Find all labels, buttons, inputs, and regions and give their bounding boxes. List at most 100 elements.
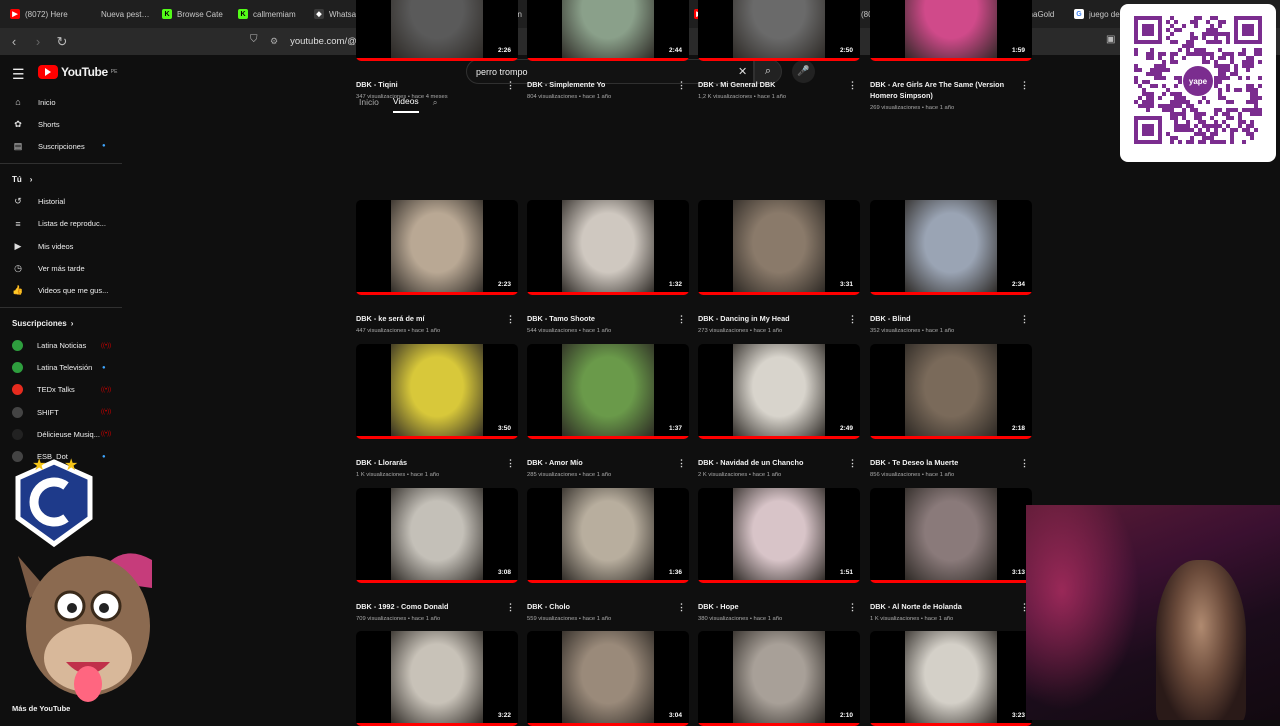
video-title[interactable]: DBK - Simplemente Yo <box>527 80 677 91</box>
browser-tab[interactable]: Kcallmemiam <box>232 3 308 25</box>
video-thumbnail[interactable]: 2:50 <box>698 0 860 61</box>
video-title[interactable]: DBK - Cholo <box>527 602 677 613</box>
more-actions-icon[interactable]: ⋮ <box>677 458 686 469</box>
sidebar-subscription[interactable]: SHIFT ((•)) <box>0 401 122 423</box>
video-title[interactable]: DBK - Hope <box>698 602 848 613</box>
video-duration: 1:59 <box>1009 46 1027 55</box>
more-actions-icon[interactable]: ⋮ <box>506 602 515 613</box>
google-icon: G <box>1074 9 1084 19</box>
video-thumbnail[interactable]: 2:23 <box>356 200 518 295</box>
more-actions-icon[interactable]: ⋮ <box>1020 314 1029 325</box>
watched-progress-bar <box>527 436 689 439</box>
browser-tab[interactable]: ▶ (8072) Here <box>4 3 80 25</box>
sidebar-subscription[interactable]: TEDx Talks ((•)) <box>0 379 122 401</box>
video-thumbnail[interactable]: 3:13 <box>870 488 1032 583</box>
sidebar-item-playlist[interactable]: ≡ Listas de reproduc... <box>0 213 122 235</box>
video-thumbnail[interactable]: 3:22 <box>356 631 518 726</box>
site-info-icon[interactable]: ⚙ <box>270 36 278 47</box>
sidebar-toggle-icon[interactable]: ▣ <box>1106 34 1115 45</box>
qr-module <box>1250 100 1254 104</box>
video-title[interactable]: DBK - Amor Mío <box>527 458 677 469</box>
reload-icon[interactable]: ↻ <box>52 32 72 52</box>
more-actions-icon[interactable]: ⋮ <box>848 80 857 91</box>
qr-module <box>1170 136 1174 140</box>
video-title[interactable]: DBK - Tiqini <box>356 80 506 91</box>
qr-module <box>1142 80 1146 84</box>
video-thumbnail[interactable]: 2:34 <box>870 200 1032 295</box>
hamburger-menu-icon[interactable]: ☰ <box>12 66 25 83</box>
more-actions-icon[interactable]: ⋮ <box>848 602 857 613</box>
video-thumbnail[interactable]: 1:32 <box>527 200 689 295</box>
qr-module <box>1218 68 1222 72</box>
video-thumbnail[interactable]: 1:59 <box>870 0 1032 61</box>
sidebar-item-like[interactable]: 👍 Videos que me gus... <box>0 279 122 301</box>
sidebar-item-label: Videos que me gus... <box>38 285 109 295</box>
video-thumbnail[interactable]: 1:36 <box>527 488 689 583</box>
youtube-logo[interactable]: YouTube PE <box>38 65 117 79</box>
sidebar-you-header[interactable]: Tú › <box>0 169 122 191</box>
more-actions-icon[interactable]: ⋮ <box>848 458 857 469</box>
video-thumbnail[interactable]: 3:50 <box>356 344 518 439</box>
video-title[interactable]: DBK - Dancing in My Head <box>698 314 848 325</box>
video-thumbnail[interactable]: 3:31 <box>698 200 860 295</box>
video-thumbnail[interactable]: 2:18 <box>870 344 1032 439</box>
video-thumbnail[interactable]: 3:23 <box>870 631 1032 726</box>
video-thumbnail[interactable]: 2:10 <box>698 631 860 726</box>
sidebar-item-my-videos[interactable]: ▶ Mis videos <box>0 235 122 257</box>
more-actions-icon[interactable]: ⋮ <box>506 314 515 325</box>
sidebar-item-home[interactable]: ⌂ Inicio <box>0 91 122 113</box>
video-title[interactable]: DBK - Llorarás <box>356 458 506 469</box>
thumbnail-image <box>905 200 997 295</box>
more-actions-icon[interactable]: ⋮ <box>848 314 857 325</box>
video-title[interactable]: DBK - ke será de mí <box>356 314 506 325</box>
more-actions-icon[interactable]: ⋮ <box>1020 80 1029 91</box>
qr-module <box>1214 76 1218 80</box>
video-thumbnail[interactable]: 2:26 <box>356 0 518 61</box>
more-actions-icon[interactable]: ⋮ <box>506 80 515 91</box>
qr-module <box>1138 84 1142 88</box>
video-thumbnail[interactable]: 2:49 <box>698 344 860 439</box>
video-metadata: 544 visualizaciones • hace 1 año <box>527 328 612 334</box>
sidebar-item-subscriptions[interactable]: ▤ Suscripciones ● <box>0 135 122 157</box>
sidebar-item-history[interactable]: ↺ Historial <box>0 191 122 213</box>
qr-module <box>1182 128 1186 132</box>
video-thumbnail[interactable]: 3:04 <box>527 631 689 726</box>
video-thumbnail[interactable]: 1:37 <box>527 344 689 439</box>
browser-tab[interactable]: Nueva pestaña <box>80 3 156 25</box>
back-icon[interactable]: ‹ <box>4 32 24 52</box>
sidebar-item-shorts[interactable]: ✿ Shorts <box>0 113 122 135</box>
more-actions-icon[interactable]: ⋮ <box>677 80 686 91</box>
more-actions-icon[interactable]: ⋮ <box>677 602 686 613</box>
subscription-name: TEDx Talks <box>37 385 75 395</box>
thumbnail-image <box>905 0 997 61</box>
video-thumbnail[interactable]: 3:08 <box>356 488 518 583</box>
sidebar-subscription[interactable]: Délicieuse Musiq... ((•)) <box>0 423 122 445</box>
more-actions-icon[interactable]: ⋮ <box>506 458 515 469</box>
video-title[interactable]: DBK - Te Deseo la Muerte <box>870 458 1020 469</box>
sidebar-subscription[interactable]: Latina Noticias ((•)) <box>0 335 122 357</box>
video-thumbnail[interactable]: 2:44 <box>527 0 689 61</box>
video-title[interactable]: DBK - Al Norte de Holanda <box>870 602 1020 613</box>
qr-module <box>1258 112 1262 116</box>
qr-module <box>1158 72 1162 76</box>
video-title[interactable]: DBK - Blind <box>870 314 1020 325</box>
video-title[interactable]: DBK - Tamo Shoote <box>527 314 677 325</box>
qr-module <box>1250 92 1254 96</box>
browser-tab[interactable]: K Browse Cate <box>156 3 232 25</box>
qr-module <box>1250 124 1254 128</box>
thumbnail-image <box>733 200 825 295</box>
more-actions-icon[interactable]: ⋮ <box>677 314 686 325</box>
sidebar-subscription[interactable]: Latina Televisión ● <box>0 357 122 379</box>
video-title[interactable]: DBK - 1992 - Como Donald <box>356 602 506 613</box>
video-title[interactable]: DBK - Mi General DBK <box>698 80 848 91</box>
video-title[interactable]: DBK - Navidad de un Chancho <box>698 458 848 469</box>
bookmark-icon[interactable]: ⛉ <box>250 34 258 45</box>
qr-module <box>1146 104 1150 108</box>
more-actions-icon[interactable]: ⋮ <box>1020 458 1029 469</box>
sidebar-item-watch-later[interactable]: ◷ Ver más tarde <box>0 257 122 279</box>
watched-progress-bar <box>356 436 518 439</box>
forward-icon[interactable]: › <box>28 32 48 52</box>
video-thumbnail[interactable]: 1:51 <box>698 488 860 583</box>
video-title[interactable]: DBK - Are Girls Are The Same (Version Ho… <box>870 80 1020 101</box>
sidebar-subscriptions-header[interactable]: Suscripciones › <box>0 313 122 335</box>
